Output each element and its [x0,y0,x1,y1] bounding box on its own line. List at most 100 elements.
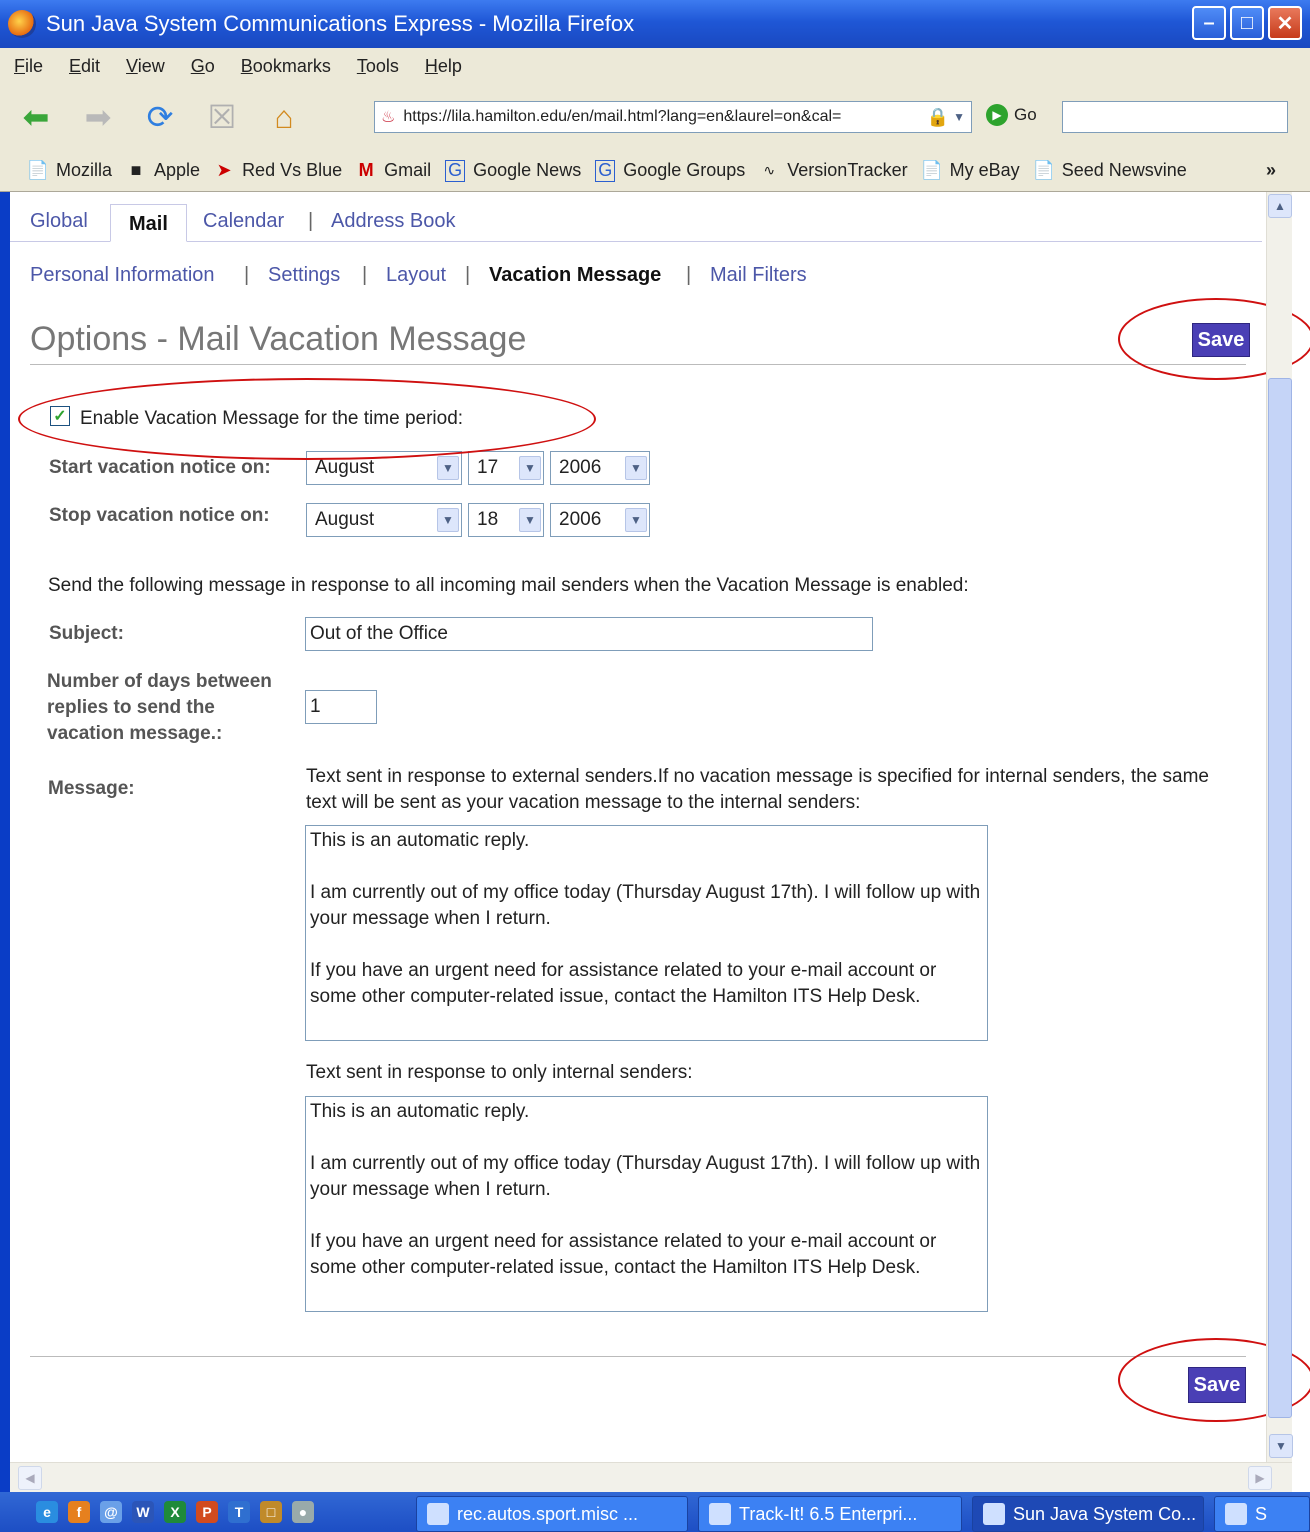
bookmark-label: Seed Newsvine [1061,160,1187,180]
internal-message-textarea[interactable]: This is an automatic reply. I am current… [305,1096,988,1312]
tab-mail[interactable]: Mail [110,204,187,242]
bottom-divider [30,1356,1246,1357]
tab-address-book[interactable]: Address Book [331,210,456,233]
bookmark-gmail[interactable]: M Gmail [356,160,432,182]
external-message-textarea[interactable]: This is an automatic reply. I am current… [305,825,988,1041]
start-label: Start vacation notice on: [49,457,271,478]
excel-icon[interactable]: X [164,1501,186,1523]
close-button[interactable]: ✕ [1268,6,1302,40]
ie-icon[interactable]: e [36,1501,58,1523]
back-arrow-icon[interactable]: ⬅ [16,97,56,137]
menu-edit[interactable]: Edit [69,56,100,77]
tab-global[interactable]: Global [30,210,88,233]
bookmark-versiontracker[interactable]: ∿ VersionTracker [759,160,907,182]
scroll-up-icon[interactable]: ▲ [1268,194,1292,218]
app-icon[interactable]: ● [292,1501,314,1523]
app-icon [1225,1503,1247,1525]
vertical-scrollbar[interactable]: ▲ ▼ [1266,192,1293,1462]
send-instructions: Send the following message in response t… [48,575,969,596]
url-dropdown-icon[interactable]: ▼ [953,110,965,124]
stop-icon[interactable]: ☒ [202,97,242,137]
minimize-button[interactable]: – [1192,6,1226,40]
days-label: Number of days between replies to send t… [47,671,272,744]
taskbar-task-sun-java[interactable]: Sun Java System Co... [972,1496,1204,1532]
subnav-vacation-message[interactable]: Vacation Message [489,264,661,287]
bookmark-google-news[interactable]: G Google News [445,159,582,182]
chevron-down-icon: ▼ [437,508,459,532]
home-icon[interactable]: ⌂ [264,97,304,137]
subnav-personal-information[interactable]: Personal Information [30,264,215,287]
save-button-top[interactable]: Save [1192,323,1250,357]
page-icon: 📄 [1032,160,1055,180]
maximize-button[interactable]: □ [1230,6,1264,40]
stop-year-select[interactable]: 2006 ▼ [550,503,650,537]
bookmark-seed-newsvine[interactable]: 📄 Seed Newsvine [1032,160,1187,182]
subnav-layout[interactable]: Layout [386,264,446,287]
taskbar-task-rec-autos[interactable]: rec.autos.sport.misc ... [416,1496,688,1532]
rss-icon: ∿ [763,162,776,178]
menu-file[interactable]: File [14,56,43,77]
stop-month-value: August [315,509,375,530]
enable-vacation-label: Enable Vacation Message for the time per… [80,408,464,429]
reload-icon[interactable]: ⟳ [140,97,180,137]
go-button[interactable]: ▶ Go [986,104,1037,126]
enable-vacation-checkbox[interactable]: ✓ [50,406,70,426]
subject-input[interactable] [305,617,873,651]
red-vs-blue-icon: ➤ [216,160,232,180]
subnav-mail-filters[interactable]: Mail Filters [710,264,807,287]
stop-day-select[interactable]: 18 ▼ [468,503,544,537]
task-label: Sun Java System Co... [1013,1503,1197,1524]
trackit-icon[interactable]: T [228,1501,250,1523]
firefox-icon [983,1503,1005,1525]
page-title: Options - Mail Vacation Message [30,320,527,358]
newsreader-icon [427,1503,449,1525]
bookmarks-overflow-chevron[interactable]: » [1266,160,1276,181]
days-input[interactable] [305,690,377,724]
menu-tools[interactable]: Tools [357,56,399,77]
start-day-select[interactable]: 17 ▼ [468,451,544,485]
bookmark-my-ebay[interactable]: 📄 My eBay [920,160,1019,182]
url-input[interactable]: ♨ https://lila.hamilton.edu/en/mail.html… [374,101,972,133]
menu-help[interactable]: Help [425,56,462,77]
bookmark-google-groups[interactable]: G Google Groups [595,159,745,182]
chevron-down-icon: ▼ [437,456,459,480]
folder-icon[interactable]: □ [260,1501,282,1523]
external-senders-note: Text sent in response to external sender… [306,766,1209,813]
start-month-select[interactable]: August ▼ [306,451,462,485]
horizontal-scrollbar[interactable]: ◀ ▶ [10,1462,1292,1492]
save-button-bottom[interactable]: Save [1188,1367,1246,1403]
mail-icon[interactable]: @ [100,1501,122,1523]
scroll-down-icon[interactable]: ▼ [1269,1434,1293,1458]
gmail-icon: M [358,160,374,180]
task-label: rec.autos.sport.misc ... [457,1503,639,1524]
word-icon[interactable]: W [132,1501,154,1523]
scroll-left-icon[interactable]: ◀ [18,1466,42,1490]
firefox-icon[interactable]: f [68,1501,90,1523]
subnav-settings[interactable]: Settings [268,264,340,287]
menu-bookmarks[interactable]: Bookmarks [241,56,331,77]
search-input[interactable] [1062,101,1288,133]
menu-view[interactable]: View [126,56,165,77]
scroll-right-icon[interactable]: ▶ [1248,1466,1272,1490]
bookmark-apple[interactable]: ■ Apple [126,160,200,182]
page-icon: 📄 [26,160,50,180]
page-icon: 📄 [920,160,943,180]
chevron-down-icon: ▼ [625,508,647,532]
bookmark-label: Red Vs Blue [242,160,343,180]
start-month-value: August [315,457,375,478]
menu-go[interactable]: Go [191,56,215,77]
subnav-separator: | [244,264,250,286]
forward-arrow-icon[interactable]: ➡ [78,97,118,137]
stop-month-select[interactable]: August ▼ [306,503,462,537]
scrollbar-thumb[interactable] [1268,378,1292,1418]
powerpoint-icon[interactable]: P [196,1501,218,1523]
taskbar-task-track-it[interactable]: Track-It! 6.5 Enterpri... [698,1496,962,1532]
taskbar-task-other[interactable]: S [1214,1496,1310,1532]
bookmark-red-vs-blue[interactable]: ➤ Red Vs Blue [214,160,343,182]
bookmark-label: Mozilla [56,160,113,180]
bookmark-mozilla[interactable]: 📄 Mozilla [26,160,113,182]
bookmark-label: Google News [473,160,582,180]
window-title: Sun Java System Communications Express -… [46,11,635,36]
start-year-select[interactable]: 2006 ▼ [550,451,650,485]
tab-calendar[interactable]: Calendar [203,210,284,233]
